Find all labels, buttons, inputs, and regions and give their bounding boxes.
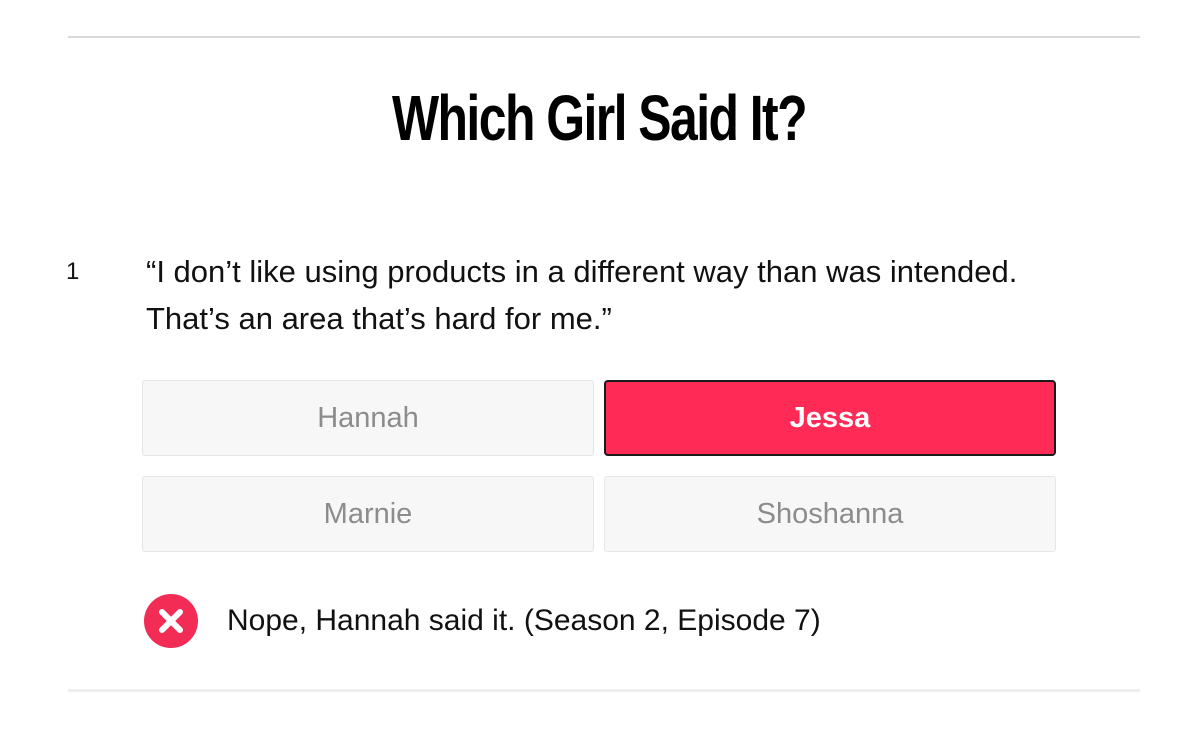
question-number: 1 [66, 258, 80, 285]
answer-button-marnie[interactable]: Marnie [142, 476, 594, 552]
quiz-title: Which Girl Said It? [391, 82, 808, 154]
bottom-divider [68, 689, 1140, 692]
answer-button-shoshanna[interactable]: Shoshanna [604, 476, 1056, 552]
answer-button-jessa[interactable]: Jessa [604, 380, 1056, 456]
result-message: Nope, Hannah said it. (Season 2, Episode… [227, 604, 821, 637]
answer-button-hannah[interactable]: Hannah [142, 380, 594, 456]
wrong-x-icon [144, 594, 198, 648]
top-divider [68, 36, 1140, 38]
question-text: “I don’t like using products in a differ… [146, 254, 1018, 336]
